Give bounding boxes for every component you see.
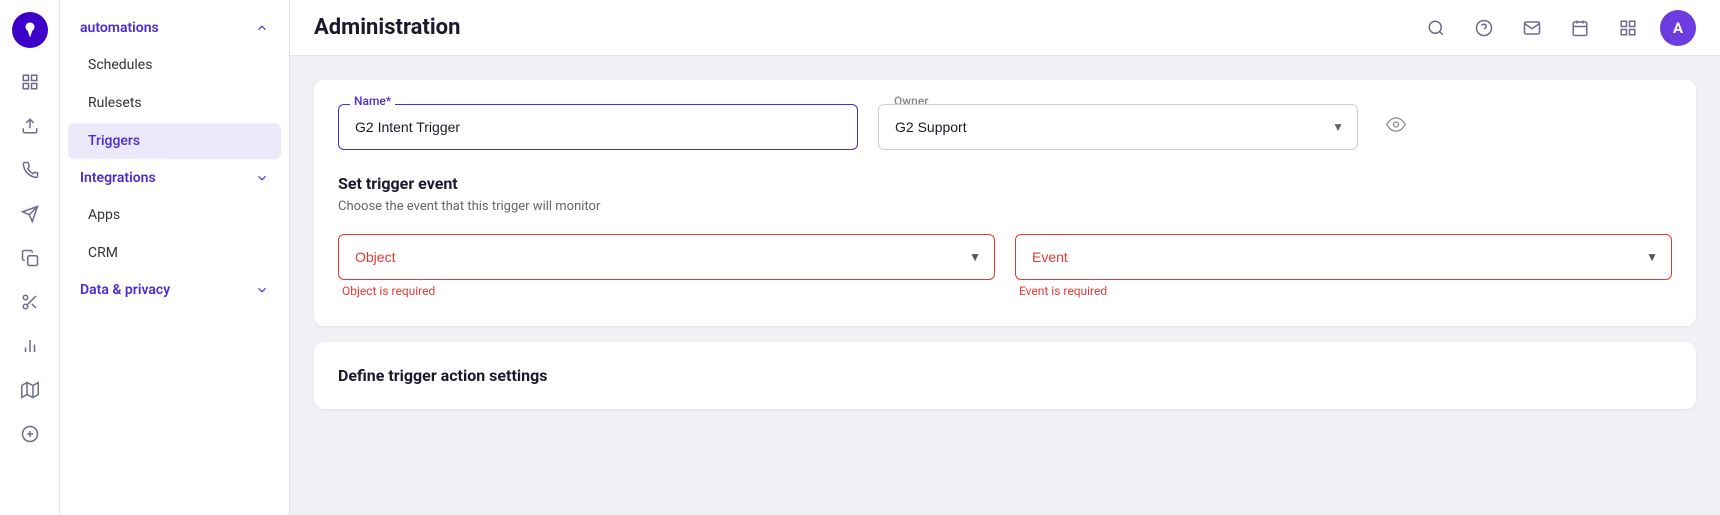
event-select-wrapper: Event ▼ xyxy=(1015,234,1672,280)
integrations-label: Integrations xyxy=(80,170,156,186)
sidebar-plus-circle-icon[interactable] xyxy=(12,416,48,452)
mail-icon[interactable] xyxy=(1516,12,1548,44)
object-select[interactable]: Object xyxy=(338,234,995,280)
header-actions: A xyxy=(1420,10,1696,46)
sidebar-grid-icon[interactable] xyxy=(12,64,48,100)
name-owner-card: Name* Owner G2 Support ▼ xyxy=(314,80,1696,326)
trigger-dropdowns-row: Object ▼ Object is required Event ▼ xyxy=(338,234,1672,298)
data-privacy-section[interactable]: Data & privacy xyxy=(60,272,289,308)
trigger-event-desc: Choose the event that this trigger will … xyxy=(338,199,1672,214)
visibility-icon[interactable] xyxy=(1386,115,1406,140)
page-title: Administration xyxy=(314,15,460,40)
nav-apps[interactable]: Apps xyxy=(68,197,281,233)
help-icon[interactable] xyxy=(1468,12,1500,44)
sidebar-icon-strip xyxy=(0,0,60,515)
nav-schedules[interactable]: Schedules xyxy=(68,47,281,83)
content-area: Name* Owner G2 Support ▼ xyxy=(290,56,1720,515)
object-select-wrapper: Object ▼ xyxy=(338,234,995,280)
define-action-card: Define trigger action settings xyxy=(314,342,1696,409)
object-field: Object ▼ Object is required xyxy=(338,234,995,298)
automations-label: automations xyxy=(80,20,159,36)
nav-crm[interactable]: CRM xyxy=(68,235,281,271)
sidebar-send-icon[interactable] xyxy=(12,196,48,232)
event-field: Event ▼ Event is required xyxy=(1015,234,1672,298)
sidebar-nav: automations Schedules Rulesets Triggers … xyxy=(60,0,290,515)
sidebar-chart-icon[interactable] xyxy=(12,328,48,364)
event-select[interactable]: Event xyxy=(1015,234,1672,280)
grid-apps-icon[interactable] xyxy=(1612,12,1644,44)
automations-section[interactable]: automations xyxy=(60,10,289,46)
name-owner-row: Name* Owner G2 Support ▼ xyxy=(338,104,1672,150)
owner-select-wrapper: G2 Support ▼ xyxy=(878,104,1358,150)
owner-select[interactable]: G2 Support xyxy=(878,104,1358,150)
search-icon[interactable] xyxy=(1420,12,1452,44)
nav-rulesets[interactable]: Rulesets xyxy=(68,85,281,121)
main-content: Administration A xyxy=(290,0,1720,515)
trigger-event-title: Set trigger event xyxy=(338,174,1672,193)
sidebar-map-icon[interactable] xyxy=(12,372,48,408)
sidebar-upload-icon[interactable] xyxy=(12,108,48,144)
app-logo[interactable] xyxy=(12,12,48,48)
name-input[interactable] xyxy=(338,104,858,150)
top-header: Administration A xyxy=(290,0,1720,56)
sidebar-scissors-icon[interactable] xyxy=(12,284,48,320)
trigger-event-section: Set trigger event Choose the event that … xyxy=(338,174,1672,298)
object-error: Object is required xyxy=(338,284,995,298)
owner-field-group: Owner G2 Support ▼ xyxy=(878,104,1358,150)
name-field-group: Name* xyxy=(338,104,858,150)
event-error: Event is required xyxy=(1015,284,1672,298)
user-avatar[interactable]: A xyxy=(1660,10,1696,46)
sidebar-phone-icon[interactable] xyxy=(12,152,48,188)
sidebar-copy-icon[interactable] xyxy=(12,240,48,276)
data-privacy-label: Data & privacy xyxy=(80,282,170,298)
nav-triggers[interactable]: Triggers xyxy=(68,123,281,159)
integrations-section[interactable]: Integrations xyxy=(60,160,289,196)
name-label: Name* xyxy=(350,94,395,108)
calendar-icon[interactable] xyxy=(1564,12,1596,44)
define-title: Define trigger action settings xyxy=(338,366,1672,385)
